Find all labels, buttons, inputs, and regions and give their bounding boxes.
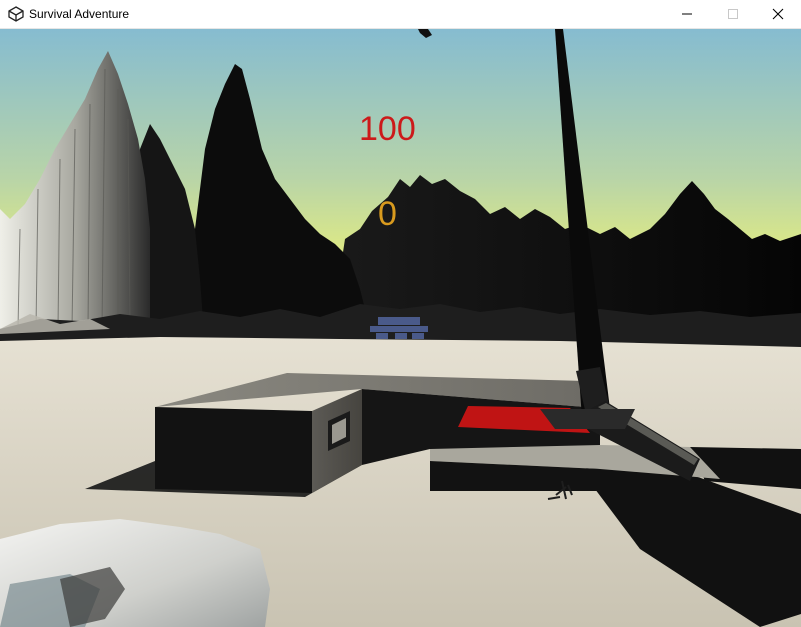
health-readout: 100 (359, 110, 416, 148)
minimize-button[interactable] (664, 0, 710, 29)
maximize-button[interactable] (710, 0, 756, 29)
close-icon (772, 8, 784, 20)
title-bar[interactable]: Survival Adventure (0, 0, 801, 29)
distant-structure (370, 317, 428, 339)
close-button[interactable] (755, 0, 801, 29)
minimize-icon (682, 13, 692, 15)
window-title: Survival Adventure (29, 7, 130, 21)
bunker-front (155, 407, 312, 493)
counter-readout: 0 (378, 195, 397, 233)
game-window: Survival Adventure 100 0 (0, 0, 801, 627)
maximize-icon (728, 9, 738, 19)
unity-icon (8, 6, 24, 22)
cannon-mount (540, 409, 635, 429)
game-viewport[interactable]: 100 0 (0, 29, 801, 627)
